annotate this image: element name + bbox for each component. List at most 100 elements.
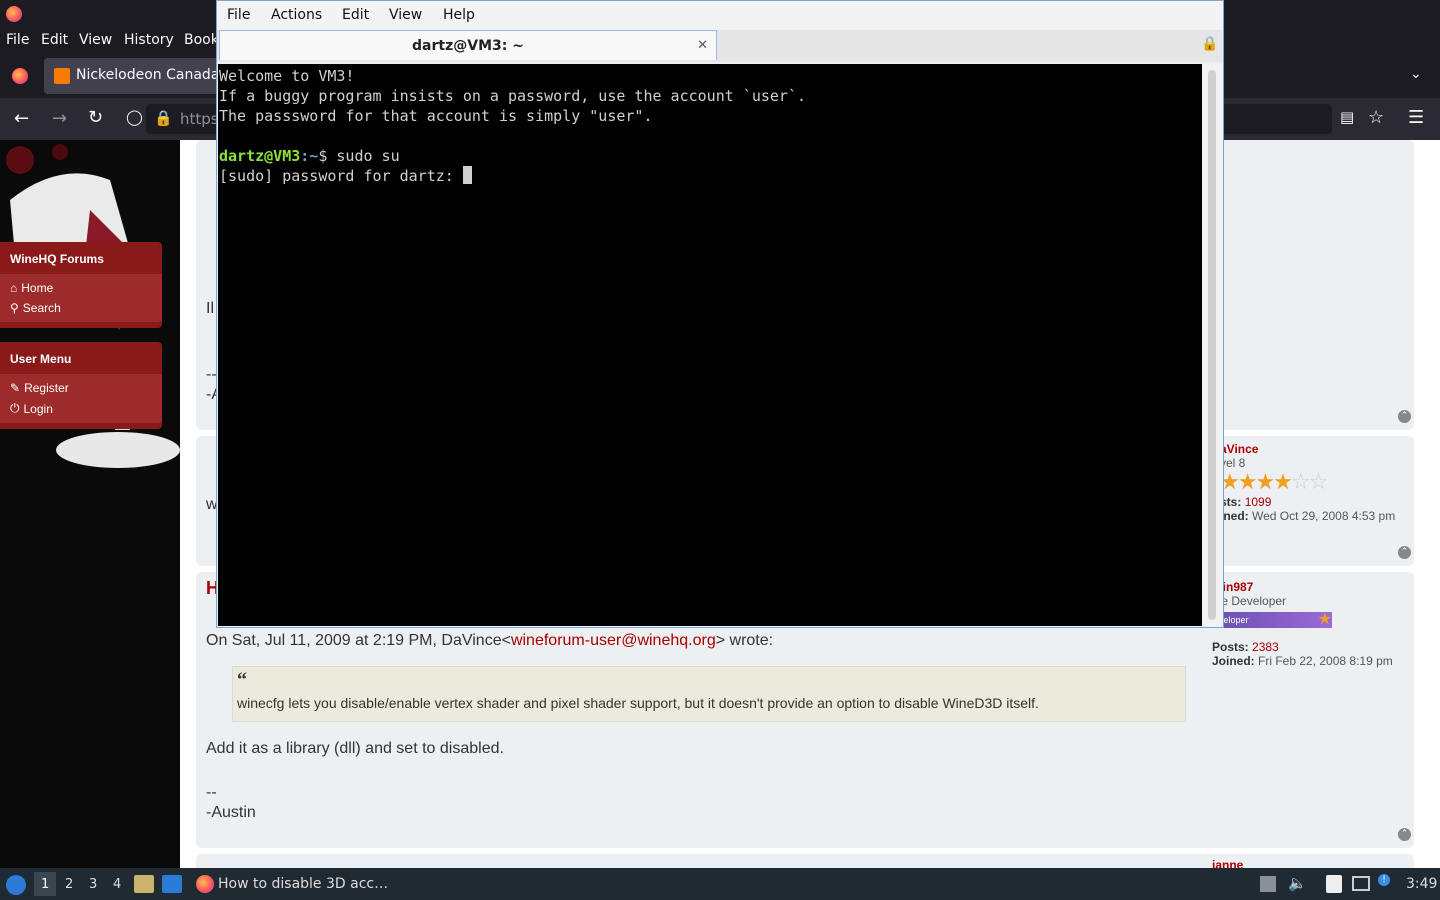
tracking-shield-icon[interactable]: ◯ <box>126 108 143 126</box>
joined-date: Wed Oct 29, 2008 4:53 pm <box>1252 509 1396 523</box>
register-link[interactable]: ✎ Register <box>10 378 152 398</box>
power-icon: ⏻ <box>10 401 20 415</box>
volume-icon[interactable]: 🔈 <box>1288 874 1307 892</box>
scrollbar-thumb[interactable] <box>1208 70 1216 620</box>
browser-tab[interactable]: Nickelodeon Canada <box>44 58 224 94</box>
nickelodeon-favicon-icon <box>54 68 70 84</box>
menu-view[interactable]: View <box>79 32 112 48</box>
joined-date: Fri Feb 22, 2008 8:19 pm <box>1258 654 1393 668</box>
reader-view-icon[interactable]: ▤ <box>1340 108 1354 126</box>
prompt-path: :~ <box>300 147 319 165</box>
back-icon[interactable]: ← <box>14 108 29 129</box>
poster-profile: aVince vel 8 ★★★★☆☆ sts: 1099 ined: Wed … <box>1220 442 1396 523</box>
terminal-tab[interactable]: dartz@VM3: ~ ✕ <box>219 30 717 60</box>
bookmark-star-icon[interactable]: ☆ <box>1368 107 1384 128</box>
url-text: https <box>180 110 219 128</box>
search-icon: ⚲ <box>10 301 19 315</box>
term-menu-view[interactable]: View <box>389 7 422 23</box>
terminal-line: Welcome to VM3! <box>219 67 355 85</box>
workspace-3[interactable]: 3 <box>89 877 97 892</box>
firefox-task-icon <box>196 875 214 893</box>
user-menu-panel: User Menu ✎ Register ⏻ Login <box>0 342 162 429</box>
taskbar: 1 2 3 4 How to disable 3D acc… 🔈 ! 3:49 <box>0 868 1440 900</box>
workspace-4[interactable]: 4 <box>113 877 121 892</box>
app-menu-icon[interactable]: ☰ <box>1408 107 1424 128</box>
menu-file[interactable]: File <box>6 32 29 48</box>
back-to-top-icon[interactable]: ⌃ <box>1398 410 1411 423</box>
poster-name[interactable]: stin987 <box>1212 580 1393 594</box>
email-link[interactable]: wineforum-user@winehq.org <box>511 632 716 649</box>
poster-name[interactable]: aVince <box>1220 442 1395 456</box>
post-body: Add it as a library (dll) and set to dis… <box>206 740 504 757</box>
signature: -Austin <box>206 804 256 821</box>
poster-profile: stin987 ine Developer eveloper ★ Posts: 2… <box>1212 580 1393 668</box>
tray-eject-icon[interactable] <box>1260 876 1276 892</box>
clipboard-icon[interactable] <box>1326 875 1342 893</box>
clock[interactable]: 3:49 <box>1406 876 1437 892</box>
menu-edit[interactable]: Edit <box>41 32 68 48</box>
developer-badge: eveloper ★ <box>1212 611 1332 628</box>
login-link[interactable]: ⏻ Login <box>10 398 152 419</box>
terminal-window: File Actions Edit View Help dartz@VM3: ~… <box>216 0 1224 628</box>
quote-icon: “ <box>237 669 247 691</box>
lock-icon: 🔒 <box>154 109 173 127</box>
prompt-symbol: $ <box>318 147 337 165</box>
post-count-link[interactable]: 2383 <box>1252 640 1279 654</box>
poster-rank: ine Developer <box>1212 594 1287 608</box>
terminal-line: If a buggy program insists on a password… <box>219 87 806 105</box>
text-cursor <box>462 166 472 184</box>
terminal-prompt-line: dartz@VM3:~$ sudo su <box>219 146 1201 166</box>
panel-title: WineHQ Forums <box>10 252 104 266</box>
terminal-tab-title: dartz@VM3: ~ <box>412 38 524 54</box>
quote-text: winecfg lets you disable/enable vertex s… <box>237 695 1039 711</box>
forward-icon[interactable]: → <box>52 108 67 129</box>
back-to-top-icon[interactable]: ⌃ <box>1398 828 1411 841</box>
back-to-top-icon[interactable]: ⌃ <box>1398 546 1411 559</box>
term-menu-help[interactable]: Help <box>443 7 475 23</box>
notification-icon[interactable]: ! <box>1378 874 1390 886</box>
list-tabs-icon[interactable]: ⌄ <box>1410 66 1422 82</box>
sudo-prompt: [sudo] password for dartz: <box>219 167 463 185</box>
firefox-logo-icon <box>6 6 22 22</box>
term-menu-actions[interactable]: Actions <box>271 7 322 23</box>
firefox-view-icon[interactable] <box>12 68 28 84</box>
terminal-scrollbar[interactable] <box>1203 64 1222 626</box>
terminal-tabbar: dartz@VM3: ~ ✕ 🔒 <box>217 30 1223 62</box>
quote-attribution: On Sat, Jul 11, 2009 at 2:19 PM, DaVince… <box>206 632 774 649</box>
menu-history[interactable]: History <box>124 32 174 48</box>
panel-title: User Menu <box>10 352 72 366</box>
poster-rank: vel 8 <box>1220 456 1246 470</box>
home-icon: ⌂ <box>10 281 18 295</box>
close-tab-icon[interactable]: ✕ <box>697 31 708 61</box>
term-menu-edit[interactable]: Edit <box>342 7 369 23</box>
desktop-icon[interactable] <box>162 875 182 893</box>
nav-search-link[interactable]: ⚲ Search <box>10 298 152 318</box>
nav-home-link[interactable]: ⌂ Home <box>10 278 152 298</box>
forum-sidebar: WineHQ Forums ⌂ Home ⚲ Search User Menu ✎ R… <box>0 140 180 868</box>
sudo-password-line: [sudo] password for dartz: <box>219 166 1201 186</box>
edit-icon: ✎ <box>10 381 21 395</box>
post-count-link[interactable]: 1099 <box>1245 495 1272 509</box>
terminal-line: The passsword for that account is simply… <box>219 107 653 125</box>
network-icon[interactable] <box>1352 876 1370 891</box>
prompt-user: dartz@VM3 <box>219 147 301 165</box>
quote-block: “ winecfg lets you disable/enable vertex… <box>232 666 1186 722</box>
signature-sep: -- <box>206 784 217 801</box>
reload-icon[interactable]: ↻ <box>88 107 103 128</box>
forum-nav-panel: WineHQ Forums ⌂ Home ⚲ Search <box>0 242 162 328</box>
lock-icon[interactable]: 🔒 <box>1201 36 1218 52</box>
post-body: Il <box>206 300 214 317</box>
term-menu-file[interactable]: File <box>227 7 250 23</box>
workspace-2[interactable]: 2 <box>65 877 73 892</box>
workspace-1[interactable]: 1 <box>41 877 49 892</box>
terminal-command: sudo su <box>336 147 400 165</box>
menu-bookmarks[interactable]: Book <box>184 32 219 48</box>
taskbar-window-title[interactable]: How to disable 3D acc… <box>218 876 388 892</box>
terminal-output[interactable]: Welcome to VM3! If a buggy program insist… <box>218 64 1202 626</box>
file-manager-icon[interactable] <box>134 875 154 893</box>
rank-stars-icon: ★★★★☆☆ <box>1220 470 1328 495</box>
tab-title: Nickelodeon Canada <box>76 67 220 83</box>
app-launcher-icon[interactable] <box>6 875 26 895</box>
terminal-menubar: File Actions Edit View Help <box>217 1 1223 30</box>
